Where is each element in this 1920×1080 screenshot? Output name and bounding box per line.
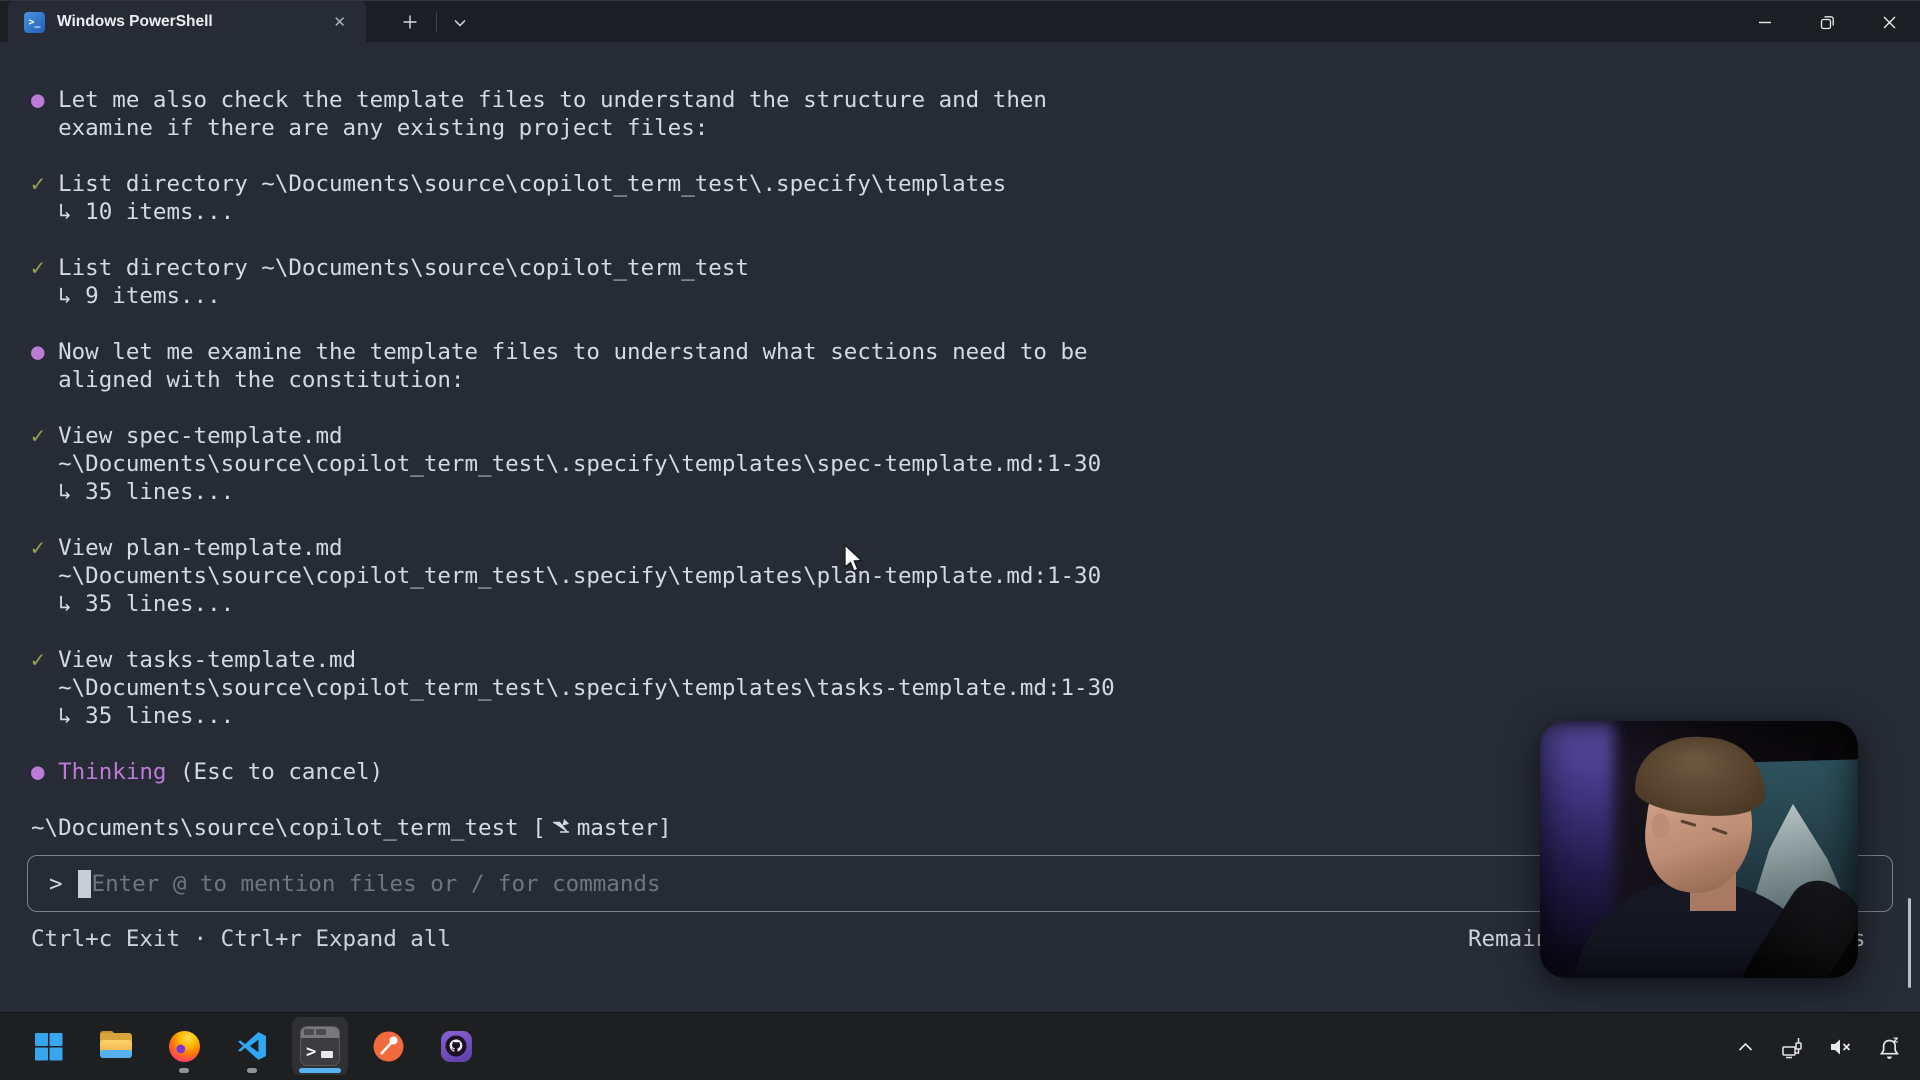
terminal-line: [31, 730, 1115, 758]
scrollbar-thumb[interactable]: [1908, 898, 1911, 988]
terminal-line: ~\Documents\source\copilot_term_test\.sp…: [31, 562, 1115, 590]
github-desktop-icon[interactable]: [428, 1017, 484, 1075]
tray-network-icon[interactable]: [1776, 1029, 1810, 1065]
postman-icon[interactable]: [360, 1017, 416, 1075]
tab-close-icon[interactable]: ✕: [327, 11, 352, 33]
terminal-line: ↳ 35 lines...: [31, 478, 1115, 506]
tab-windows-powershell[interactable]: >_ Windows PowerShell ✕: [8, 1, 366, 43]
svg-text:z: z: [1893, 1035, 1898, 1045]
terminal-line: [31, 142, 1115, 170]
terminal-line: ● Thinking (Esc to cancel): [31, 758, 1115, 786]
desktop: >_ Windows PowerShell ✕ ● Let me also ch…: [0, 0, 1920, 1080]
terminal-line: [31, 394, 1115, 422]
terminal-line: ↳ 9 items...: [31, 282, 1115, 310]
tray-chevron-up-icon[interactable]: [1728, 1029, 1762, 1065]
tab-divider: [436, 12, 437, 32]
terminal-line: ↳ 35 lines...: [31, 702, 1115, 730]
taskbar-apps: >: [20, 1017, 484, 1075]
powershell-icon: >_: [24, 12, 45, 33]
input-prompt-symbol: >: [49, 871, 63, 897]
terminal-line: [31, 618, 1115, 646]
terminal-line: [31, 786, 1115, 814]
tab-title: Windows PowerShell: [57, 13, 327, 31]
terminal-line: ● Now let me examine the template files …: [31, 338, 1115, 366]
webcam-overlay: [1540, 721, 1858, 978]
input-placeholder: Enter @ to mention files or / for comman…: [92, 871, 661, 897]
windows-terminal-icon[interactable]: >: [292, 1017, 348, 1075]
shortcut-hints: Ctrl+c Exit · Ctrl+r Expand all: [31, 926, 451, 952]
system-tray: z: [1728, 1013, 1906, 1080]
vscode-icon[interactable]: [224, 1017, 280, 1075]
terminal-line: ~\Documents\source\copilot_term_test [ma…: [31, 814, 1115, 842]
terminal-line: [31, 226, 1115, 254]
terminal-line: ~\Documents\source\copilot_term_test\.sp…: [31, 450, 1115, 478]
minimize-button[interactable]: [1734, 1, 1796, 43]
file-explorer-icon[interactable]: [88, 1017, 144, 1075]
terminal-line: ✓ List directory ~\Documents\source\copi…: [31, 170, 1115, 198]
tray-volume-muted-icon[interactable]: [1824, 1029, 1858, 1065]
terminal-line: ● Let me also check the template files t…: [31, 86, 1115, 114]
tray-notification-bell-dnd-icon[interactable]: z: [1872, 1029, 1906, 1065]
mouse-pointer: [843, 544, 869, 574]
terminal-line: ✓ View plan-template.md: [31, 534, 1115, 562]
new-tab-button[interactable]: [395, 8, 425, 36]
git-branch-icon: [551, 816, 570, 844]
terminal-line: ~\Documents\source\copilot_term_test\.sp…: [31, 674, 1115, 702]
terminal-line: aligned with the constitution:: [31, 366, 1115, 394]
terminal-line: [31, 310, 1115, 338]
start-button-icon[interactable]: [20, 1017, 76, 1075]
terminal-line: ↳ 35 lines...: [31, 590, 1115, 618]
webcam-vignette: [1540, 721, 1858, 978]
taskbar: >: [0, 1012, 1920, 1080]
window-controls: [1734, 1, 1920, 43]
terminal-line: ↳ 10 items...: [31, 198, 1115, 226]
tab-dropdown-button[interactable]: [446, 11, 474, 35]
terminal-line: ✓ List directory ~\Documents\source\copi…: [31, 254, 1115, 282]
terminal-output: ● Let me also check the template files t…: [31, 86, 1115, 842]
firefox-icon[interactable]: [156, 1017, 212, 1075]
restore-button[interactable]: [1796, 1, 1858, 43]
text-cursor: [78, 870, 91, 898]
terminal-line: ✓ View tasks-template.md: [31, 646, 1115, 674]
terminal-line: examine if there are any existing projec…: [31, 114, 1115, 142]
window-titlebar: >_ Windows PowerShell ✕: [0, 0, 1920, 42]
close-button[interactable]: [1858, 1, 1920, 43]
terminal-line: ✓ View spec-template.md: [31, 422, 1115, 450]
terminal-line: [31, 506, 1115, 534]
